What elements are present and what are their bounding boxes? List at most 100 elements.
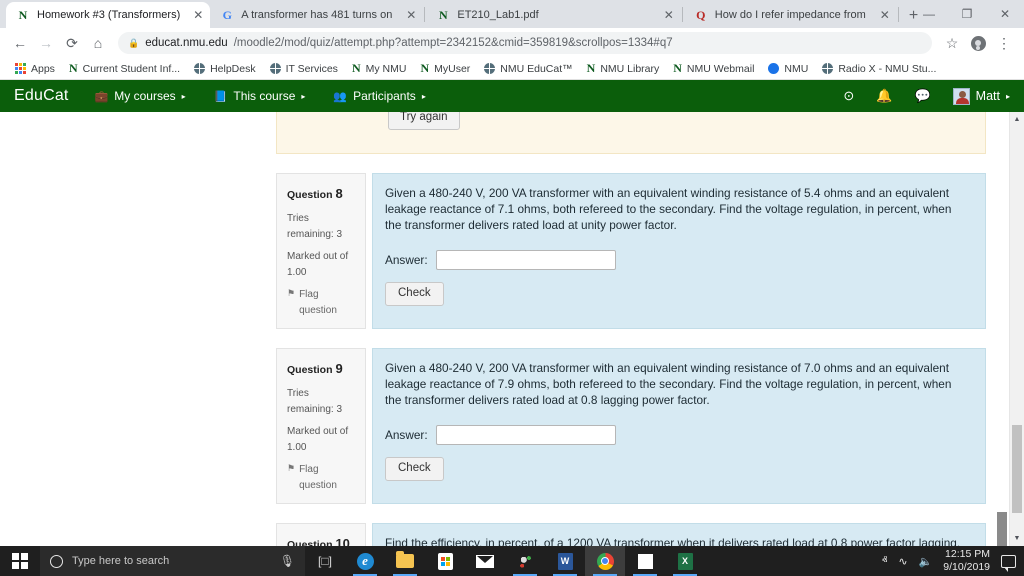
- nav-label: My courses: [114, 89, 176, 103]
- bookmark-label: NMU EduCat™: [500, 62, 573, 75]
- bookmark-radio-x[interactable]: Radio X - NMU Stu...: [815, 63, 943, 75]
- nmu-n-icon: N: [18, 8, 28, 22]
- globe-icon: [269, 63, 281, 74]
- tab-close-icon[interactable]: ✕: [880, 9, 890, 21]
- bookmark-it-services[interactable]: IT Services: [263, 63, 345, 75]
- notification-icon[interactable]: [1001, 554, 1016, 572]
- inner-scrollbar-thumb[interactable]: [997, 512, 1007, 546]
- bookmark-nmu[interactable]: NMU: [761, 63, 815, 75]
- check-button[interactable]: Check: [385, 457, 444, 481]
- bookmark-star-icon[interactable]: ☆: [940, 31, 964, 55]
- taskbar-app-mail[interactable]: [465, 546, 505, 576]
- flag-question-link[interactable]: ⚑ Flag question: [287, 462, 356, 493]
- question-block-10: Question 10 Tries remaining: 3 Find the …: [276, 523, 986, 546]
- google-icon: G: [222, 8, 232, 22]
- tab-title: How do I refer impedance from s: [714, 9, 867, 21]
- page-scrollbar[interactable]: ▲ ▼: [1009, 112, 1024, 546]
- forward-button[interactable]: →: [34, 31, 58, 55]
- windows-taskbar: Type here to search 🎙 [□] e W X ⱏ ∿ 🔈 12…: [0, 546, 1024, 576]
- bookmark-nmu-webmail[interactable]: N NMU Webmail: [666, 61, 761, 76]
- start-button[interactable]: [0, 546, 40, 576]
- answer-input[interactable]: [435, 425, 616, 446]
- minimize-button[interactable]: —: [910, 0, 948, 28]
- search-placeholder: Type here to search: [72, 555, 170, 567]
- bookmark-current-student-info[interactable]: N Current Student Inf...: [62, 61, 187, 76]
- taskbar-search[interactable]: Type here to search 🎙: [40, 546, 305, 576]
- system-tray: ⱏ ∿ 🔈 12:15 PM 9/10/2019: [882, 548, 1024, 574]
- taskbar-app-chrome[interactable]: [585, 546, 625, 576]
- browser-tab-2[interactable]: G A transformer has 481 turns on t ✕: [210, 2, 423, 28]
- marked-out-of: Marked out of 1.00: [287, 424, 356, 455]
- bookmark-label: My NMU: [365, 62, 407, 75]
- taskbar-app-word[interactable]: W: [545, 546, 585, 576]
- question-text: Given a 480-240 V, 200 VA transformer wi…: [385, 361, 952, 408]
- maximize-button[interactable]: ❐: [948, 0, 986, 28]
- flag-question-label: Flag question: [299, 464, 337, 491]
- user-name: Matt: [975, 89, 1000, 103]
- scroll-up-arrow-icon[interactable]: ▲: [1010, 112, 1024, 127]
- volume-icon[interactable]: 🔈: [919, 555, 933, 568]
- flag-question-link[interactable]: ⚑ Flag question: [287, 287, 356, 318]
- network-icon[interactable]: ∿: [898, 555, 907, 568]
- nmu-n-icon: N: [68, 61, 78, 75]
- window-controls: — ❐ ✕: [910, 0, 1024, 28]
- microphone-icon[interactable]: 🎙: [280, 554, 295, 568]
- messages-icon[interactable]: 💬: [914, 88, 930, 104]
- url-path: /moodle2/mod/quiz/attempt.php?attempt=23…: [233, 37, 673, 49]
- taskbar-app-excel[interactable]: X: [665, 546, 705, 576]
- flag-icon: ⚑: [287, 288, 296, 299]
- tab-close-icon[interactable]: ✕: [406, 9, 416, 21]
- browser-tab-3[interactable]: N ET210_Lab1.pdf ✕: [426, 2, 680, 28]
- task-view-button[interactable]: [□]: [305, 546, 345, 576]
- nmu-n-icon: N: [673, 61, 682, 75]
- profile-avatar[interactable]: [966, 31, 990, 55]
- bookmark-label: MyUser: [434, 62, 471, 75]
- question-number-value: 10: [335, 536, 350, 546]
- taskbar-app-store[interactable]: [425, 546, 465, 576]
- taskbar-app-multisim[interactable]: [505, 546, 545, 576]
- user-menu[interactable]: Matt ▸: [952, 87, 1010, 105]
- nav-this-course[interactable]: 📘 This course ▸: [214, 89, 306, 103]
- close-window-button[interactable]: ✕: [986, 0, 1024, 28]
- scroll-down-arrow-icon[interactable]: ▼: [1010, 531, 1024, 546]
- question-text: Find the efficiency, in percent, of a 12…: [385, 536, 961, 546]
- bookmark-myuser[interactable]: N MyUser: [413, 61, 477, 76]
- back-button[interactable]: ←: [8, 31, 32, 55]
- taskbar-app-edge[interactable]: e: [345, 546, 385, 576]
- nav-my-courses[interactable]: 💼 My courses ▸: [95, 89, 186, 103]
- browser-tab-1[interactable]: N Homework #3 (Transformers) ✕: [6, 2, 211, 28]
- bookmark-nmu-educat[interactable]: NMU EduCat™: [477, 63, 579, 75]
- task-view-icon: [□]: [318, 554, 332, 568]
- bookmark-label: HelpDesk: [210, 62, 256, 75]
- chrome-menu-icon[interactable]: ⋮: [992, 31, 1016, 55]
- tab-close-icon[interactable]: ✕: [193, 9, 203, 21]
- taskbar-app-file-explorer[interactable]: [385, 546, 425, 576]
- reload-button[interactable]: ⟳: [60, 31, 84, 55]
- tries-remaining: Tries remaining: 3: [287, 213, 343, 240]
- clock[interactable]: 12:15 PM 9/10/2019: [943, 548, 990, 574]
- download-icon[interactable]: ⊙: [843, 88, 854, 104]
- home-button[interactable]: ⌂: [86, 31, 110, 55]
- excel-icon: X: [677, 552, 693, 570]
- bookmark-my-nmu[interactable]: N My NMU: [345, 61, 414, 76]
- educat-brand[interactable]: EduCat: [14, 87, 69, 105]
- tray-expand-icon[interactable]: ⱏ: [882, 555, 887, 568]
- tab-separator: [681, 6, 683, 22]
- bookmark-nmu-library[interactable]: N NMU Library: [580, 61, 667, 76]
- sticky-notes-icon: [637, 553, 653, 569]
- notifications-bell-icon[interactable]: 🔔: [876, 88, 892, 104]
- nmu-n-icon: N: [439, 8, 448, 22]
- page-scrollbar-thumb[interactable]: [1012, 425, 1022, 513]
- question-number-prefix: Question: [287, 189, 333, 201]
- browser-tab-4[interactable]: Q How do I refer impedance from s ✕: [684, 2, 897, 28]
- nav-participants[interactable]: 👥 Participants ▸: [333, 89, 425, 103]
- address-bar[interactable]: 🔒 educat.nmu.edu/moodle2/mod/quiz/attemp…: [118, 32, 932, 54]
- tab-close-icon[interactable]: ✕: [664, 9, 674, 21]
- bookmark-apps[interactable]: Apps: [8, 63, 62, 75]
- check-button[interactable]: Check: [385, 282, 444, 306]
- taskbar-app-sticky-notes[interactable]: [625, 546, 665, 576]
- bookmark-helpdesk[interactable]: HelpDesk: [187, 63, 263, 75]
- avatar: [952, 87, 970, 105]
- answer-input[interactable]: [435, 250, 616, 271]
- question-number-value: 8: [335, 186, 343, 201]
